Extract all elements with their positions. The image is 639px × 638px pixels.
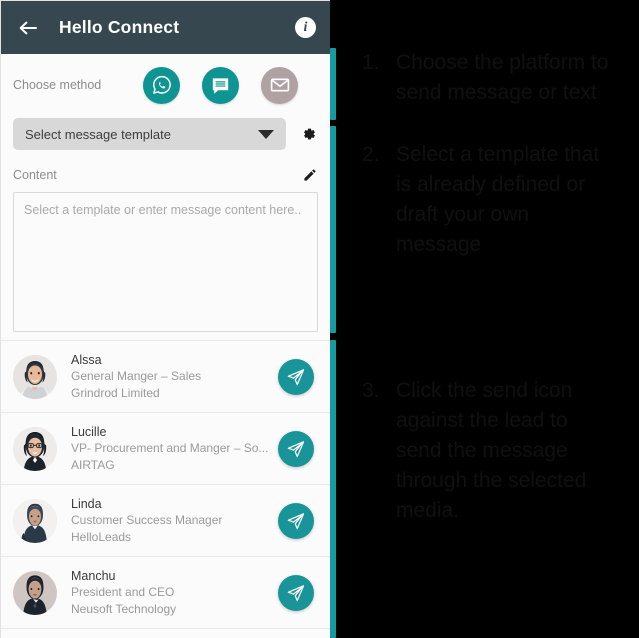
avatar xyxy=(13,354,57,399)
step-body: 3. Click the send icon against the lead … xyxy=(336,340,611,638)
chevron-down-icon xyxy=(258,129,274,139)
instruction-step: 3. Click the send icon against the lead … xyxy=(330,340,611,638)
table-row[interactable]: Alssa General Manger – Sales Grindrod Li… xyxy=(1,341,330,413)
send-button[interactable] xyxy=(278,502,314,539)
table-row[interactable]: Manchu President and CEO Neusoft Technol… xyxy=(1,557,330,629)
step-body: 1. Choose the platform to send message o… xyxy=(336,48,611,120)
content-header: Content xyxy=(1,160,330,190)
template-select-value: Select message template xyxy=(25,126,171,142)
send-button[interactable] xyxy=(278,430,314,467)
gear-icon[interactable] xyxy=(298,124,318,144)
contact-company: Neusoft Technology xyxy=(71,601,177,616)
contact-name: Linda xyxy=(71,496,102,511)
template-select-row: Select message template xyxy=(1,118,330,150)
app-bar: Hello Connect i xyxy=(1,1,330,54)
contact-info: Lucille VP- Procurement and Manger – So.… xyxy=(57,424,278,474)
contact-list: Alssa General Manger – Sales Grindrod Li… xyxy=(1,340,330,629)
step-body: 2. Select a template that is already def… xyxy=(336,126,611,333)
choose-method-label: Choose method xyxy=(13,78,102,92)
step-number: 2. xyxy=(362,143,380,166)
step-text: Choose the platform to send message or t… xyxy=(396,51,609,104)
contact-title: Customer Success Manager xyxy=(71,512,223,527)
sms-method-button[interactable] xyxy=(202,66,239,104)
send-icon xyxy=(287,512,305,529)
screen: Hello Connect i Choose method Select mes… xyxy=(0,0,639,638)
contact-info: Alssa General Manger – Sales Grindrod Li… xyxy=(57,352,278,402)
app-panel: Hello Connect i Choose method Select mes… xyxy=(0,0,330,638)
contact-info: Manchu President and CEO Neusoft Technol… xyxy=(57,568,278,618)
back-arrow-icon[interactable] xyxy=(15,15,41,41)
page-title: Hello Connect xyxy=(59,17,180,37)
contact-name: Alssa xyxy=(71,352,102,367)
avatar xyxy=(13,498,57,543)
template-select[interactable]: Select message template xyxy=(13,118,286,150)
whatsapp-method-button[interactable] xyxy=(143,66,180,104)
send-icon xyxy=(287,584,305,601)
instruction-step: 2. Select a template that is already def… xyxy=(330,126,611,333)
chat-bubble-icon xyxy=(212,77,229,94)
table-row[interactable]: Lucille VP- Procurement and Manger – So.… xyxy=(1,413,330,485)
envelope-icon xyxy=(270,78,289,92)
send-button[interactable] xyxy=(278,358,314,395)
contact-title: General Manger – Sales xyxy=(71,368,202,383)
instructions-overlay: 1. Choose the platform to send message o… xyxy=(330,0,639,638)
instruction-step: 1. Choose the platform to send message o… xyxy=(330,48,611,120)
email-method-button[interactable] xyxy=(261,66,298,104)
step-text: Click the send icon against the lead to … xyxy=(396,379,587,522)
content-label: Content xyxy=(13,168,57,182)
whatsapp-icon xyxy=(152,75,171,94)
contact-title: VP- Procurement and Manger – So... xyxy=(71,440,269,455)
avatar xyxy=(13,426,57,471)
step-number: 3. xyxy=(362,379,380,402)
info-icon[interactable]: i xyxy=(295,17,316,38)
contact-title: President and CEO xyxy=(71,584,175,599)
avatar xyxy=(13,570,57,615)
contact-company: Grindrod Limited xyxy=(71,385,160,400)
contact-company: AIRTAG xyxy=(71,457,115,472)
table-row[interactable]: Linda Customer Success Manager HelloLead… xyxy=(1,485,330,557)
choose-method-row: Choose method xyxy=(1,54,330,116)
step-number: 1. xyxy=(362,51,380,74)
send-button[interactable] xyxy=(278,574,314,611)
pencil-icon[interactable] xyxy=(302,167,318,183)
step-text: Select a template that is already define… xyxy=(396,143,600,256)
method-icon-group xyxy=(101,66,318,104)
send-icon xyxy=(287,440,305,457)
contact-name: Lucille xyxy=(71,424,107,439)
send-icon xyxy=(287,368,305,385)
contact-info: Linda Customer Success Manager HelloLead… xyxy=(57,496,278,546)
contact-name: Manchu xyxy=(71,568,116,583)
content-textarea[interactable]: Select a template or enter message conte… xyxy=(13,192,318,332)
contact-company: HelloLeads xyxy=(71,529,132,544)
content-placeholder: Select a template or enter message conte… xyxy=(24,203,302,217)
